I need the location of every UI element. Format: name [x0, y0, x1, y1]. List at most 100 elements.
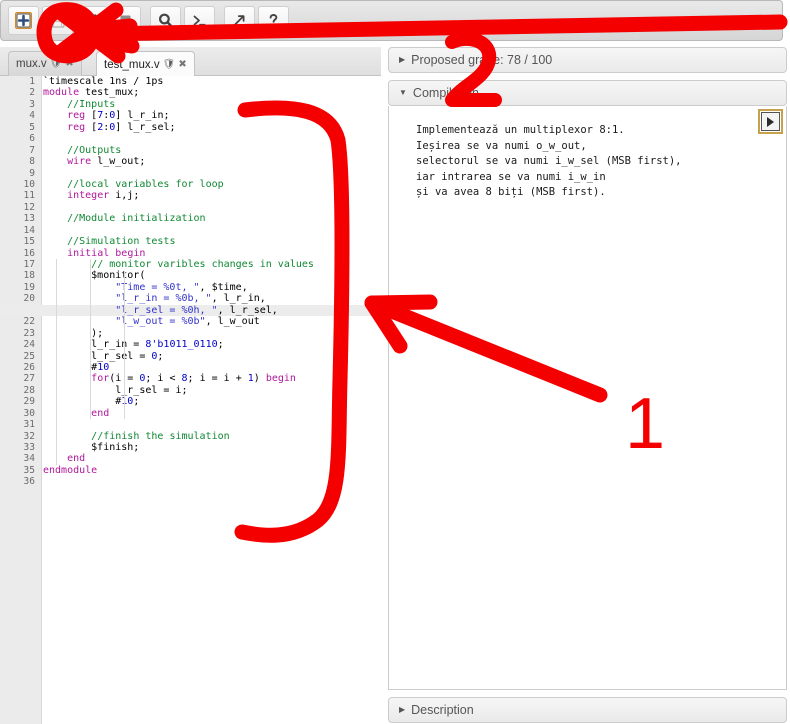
- code-line[interactable]: //finish the simulation: [43, 431, 381, 442]
- code-line[interactable]: //Inputs: [43, 99, 381, 110]
- add-button[interactable]: [8, 6, 39, 35]
- line-number: 17: [23, 259, 35, 270]
- line-number: 19: [23, 281, 35, 293]
- editor-tab-test-mux[interactable]: test_mux.v 🛡 ✖: [96, 51, 195, 77]
- code-line[interactable]: end: [43, 408, 381, 419]
- line-number: 24: [23, 339, 35, 351]
- run-compilation-button[interactable]: [758, 109, 783, 134]
- code-editor[interactable]: 1234567891011121314151617181920212223242…: [0, 76, 381, 724]
- line-number: 8: [29, 156, 35, 168]
- code-line[interactable]: wire l_w_out;: [43, 156, 381, 167]
- compilation-output-text: Implementează un multiplexor 8:1. Ieșire…: [416, 124, 682, 198]
- compilation-section-header[interactable]: ▼ Compilation: [388, 80, 787, 106]
- editor-tab-label: test_mux.v: [104, 58, 160, 71]
- code-line[interactable]: //local variables for loop: [43, 179, 381, 190]
- line-number: 11: [23, 190, 35, 202]
- code-line[interactable]: l_r_in = 8'b1011_0110;: [43, 339, 381, 350]
- chevron-down-icon: ▼: [399, 88, 407, 97]
- code-line[interactable]: module test_mux;: [43, 87, 381, 98]
- proposed-grade-section-header[interactable]: ▶ Proposed grade: 78 / 100: [388, 47, 787, 73]
- code-line[interactable]: initial begin: [43, 248, 381, 259]
- line-number: 30: [23, 407, 35, 419]
- line-number: 1: [29, 76, 35, 87]
- plus-icon: [15, 12, 32, 29]
- line-number: 36: [23, 476, 35, 488]
- line-number: 27: [23, 373, 35, 385]
- arrow-out-icon: [234, 15, 245, 26]
- code-line[interactable]: "l_r_in = %0b, ", l_r_in,: [43, 293, 381, 304]
- line-number: 4: [29, 110, 35, 122]
- code-line[interactable]: //Outputs: [43, 145, 381, 156]
- line-number: 6: [29, 133, 35, 145]
- close-icon[interactable]: ✖: [178, 59, 186, 70]
- code-line[interactable]: l_r_sel = i;: [43, 385, 381, 396]
- line-number: 2: [29, 87, 35, 99]
- run-button[interactable]: [76, 6, 107, 35]
- play-icon: [767, 116, 774, 127]
- code-line[interactable]: [43, 202, 381, 213]
- help-button[interactable]: [258, 6, 289, 35]
- right-panel: ▶ Proposed grade: 78 / 100 ▼ Compilation…: [388, 47, 787, 724]
- line-number: 20: [23, 293, 35, 305]
- line-number: 31: [23, 419, 35, 431]
- chevron-right-icon: ▶: [399, 705, 406, 714]
- description-section-header[interactable]: ▶ Description: [388, 697, 787, 723]
- line-number: 14: [23, 224, 35, 236]
- code-line[interactable]: end: [43, 453, 381, 464]
- code-line[interactable]: $monitor(: [43, 270, 381, 281]
- code-line[interactable]: for(i = 0; i < 8; i = i + 1) begin: [43, 373, 381, 384]
- compilation-label: Compilation: [412, 86, 479, 100]
- line-number: 3: [29, 98, 35, 110]
- code-line[interactable]: reg [2:0] l_r_sel;: [43, 122, 381, 133]
- line-number-gutter: 1234567891011121314151617181920212223242…: [0, 76, 42, 724]
- search-button[interactable]: [150, 6, 181, 35]
- proposed-grade-label: Proposed grade: 78 / 100: [411, 53, 553, 67]
- line-number: 28: [23, 384, 35, 396]
- indent-guide: [124, 270, 125, 420]
- line-number: 22: [23, 316, 35, 328]
- code-line[interactable]: `timescale 1ns / 1ps: [43, 76, 381, 87]
- magnifier-icon: [158, 13, 173, 28]
- line-number: 33: [23, 442, 35, 453]
- editor-tab-label: mux.v: [16, 58, 47, 70]
- line-number: 34: [23, 453, 35, 465]
- line-number: 7: [29, 144, 35, 156]
- open-external-button[interactable]: [224, 6, 255, 35]
- code-line[interactable]: "l_r_sel = %0h, ", l_r_sel,: [43, 304, 381, 317]
- code-line[interactable]: [43, 133, 381, 144]
- stop-button[interactable]: [110, 6, 141, 35]
- code-line[interactable]: "l_w_out = %0b", l_w_out: [43, 316, 381, 327]
- line-number: 32: [23, 430, 35, 442]
- code-line[interactable]: );: [43, 328, 381, 339]
- question-mark-icon: [269, 14, 278, 27]
- close-icon[interactable]: ✖: [65, 59, 73, 69]
- code-line[interactable]: endmodule: [43, 465, 381, 476]
- line-number: 25: [23, 350, 35, 362]
- code-line[interactable]: [43, 225, 381, 236]
- code-line[interactable]: reg [7:0] l_r_in;: [43, 110, 381, 121]
- code-line[interactable]: integer i,j;: [43, 190, 381, 201]
- editor-pane: mux.v 🛡 ✖ test_mux.v 🛡 ✖ 1 2 3 4 5 6 7 8 9 10 11 12…: [0, 47, 381, 724]
- save-button[interactable]: [42, 6, 73, 35]
- line-number: 9: [29, 167, 35, 179]
- code-line[interactable]: // monitor varibles changes in values: [43, 259, 381, 270]
- line-number: 15: [23, 236, 35, 248]
- code-line[interactable]: $finish;: [43, 442, 381, 453]
- code-line[interactable]: #10: [43, 362, 381, 373]
- code-line[interactable]: l_r_sel = 0;: [43, 351, 381, 362]
- code-line[interactable]: //Module initialization: [43, 213, 381, 224]
- indent-guide: [90, 259, 91, 420]
- code-line[interactable]: #10;: [43, 396, 381, 407]
- console-button[interactable]: [184, 6, 215, 35]
- code-line[interactable]: [43, 476, 381, 487]
- editor-tab-mux[interactable]: mux.v 🛡 ✖: [8, 51, 82, 76]
- code-line[interactable]: [43, 419, 381, 430]
- code-line[interactable]: [43, 168, 381, 179]
- code-line[interactable]: "Time = %0t, ", $time,: [43, 282, 381, 293]
- square-icon: [120, 15, 131, 26]
- code-line[interactable]: //Simulation tests: [43, 236, 381, 247]
- code-lines[interactable]: `timescale 1ns / 1ps module test_mux; //I…: [43, 76, 381, 724]
- line-number: 10: [23, 178, 35, 190]
- line-number: 26: [23, 361, 35, 373]
- indent-guide: [56, 259, 57, 466]
